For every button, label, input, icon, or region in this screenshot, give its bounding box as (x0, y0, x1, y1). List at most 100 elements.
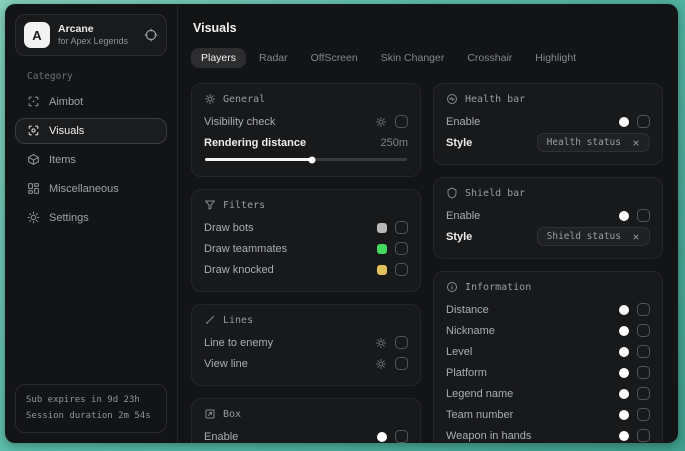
subscription-info: Sub expires in 9d 23h Session duration 2… (15, 384, 167, 433)
shield-style-value: Shield status (547, 231, 621, 242)
tab-skin-changer[interactable]: Skin Changer (371, 48, 455, 68)
card-shield-bar-header: Shield bar (446, 187, 650, 199)
health-style-value: Health status (547, 137, 621, 148)
app-name: Arcane (58, 23, 136, 36)
slider-thumb[interactable] (309, 156, 316, 163)
legend-name-checkbox[interactable] (637, 387, 650, 400)
color-swatch[interactable] (377, 432, 387, 442)
card-title: General (223, 94, 265, 105)
sidebar-item-items[interactable]: Items (15, 147, 167, 173)
color-swatch[interactable] (619, 431, 629, 441)
close-icon[interactable] (632, 233, 640, 241)
color-swatch[interactable] (377, 223, 387, 233)
setting-row-draw-knocked: Draw knocked (204, 259, 408, 280)
setting-row-distance: Distance (446, 299, 650, 320)
gear-icon (27, 211, 40, 224)
color-swatch[interactable] (619, 347, 629, 357)
sidebar-item-settings[interactable]: Settings (15, 205, 167, 231)
setting-row-box-enable: Enable (204, 426, 408, 443)
sidebar-item-visuals[interactable]: Visuals (15, 118, 167, 144)
diagonal-line-icon (204, 314, 216, 326)
color-swatch[interactable] (619, 117, 629, 127)
sidebar-item-label: Settings (49, 212, 89, 224)
visibility-check-checkbox[interactable] (395, 115, 408, 128)
tab-radar[interactable]: Radar (249, 48, 298, 68)
right-column: Health bar Enable Style Health status (433, 83, 663, 443)
card-general: General Visibility check Rendering dista… (191, 83, 421, 177)
sidebar-item-label: Miscellaneous (49, 183, 119, 195)
card-health-bar: Health bar Enable Style Health status (433, 83, 663, 165)
draw-bots-checkbox[interactable] (395, 221, 408, 234)
rendering-distance-value: 250m (380, 137, 408, 149)
setting-row-rendering-distance: Rendering distance 250m (204, 132, 408, 153)
card-title: Filters (223, 200, 265, 211)
card-title: Shield bar (465, 188, 525, 199)
card-information-header: Information (446, 281, 650, 293)
color-swatch[interactable] (619, 410, 629, 420)
card-lines: Lines Line to enemy View line (191, 304, 421, 386)
card-filters-header: Filters (204, 199, 408, 211)
distance-checkbox[interactable] (637, 303, 650, 316)
tab-offscreen[interactable]: OffScreen (301, 48, 368, 68)
close-icon[interactable] (632, 139, 640, 147)
setting-row-team-number: Team number (446, 404, 650, 425)
setting-row-nickname: Nickname (446, 320, 650, 341)
card-title: Lines (223, 315, 253, 326)
level-checkbox[interactable] (637, 345, 650, 358)
gear-icon[interactable] (375, 116, 387, 128)
setting-row-visibility-check: Visibility check (204, 111, 408, 132)
platform-checkbox[interactable] (637, 366, 650, 379)
main-panel: Visuals Players Radar OffScreen Skin Cha… (178, 4, 678, 443)
shield-style-select[interactable]: Shield status (537, 227, 650, 246)
shield-enable-checkbox[interactable] (637, 209, 650, 222)
team-number-checkbox[interactable] (637, 408, 650, 421)
target-icon[interactable] (144, 28, 158, 42)
tab-players[interactable]: Players (191, 48, 246, 68)
setting-row-health-style: Style Health status (446, 132, 650, 153)
setting-row-level: Level (446, 341, 650, 362)
color-swatch[interactable] (377, 265, 387, 275)
setting-row-view-line: View line (204, 353, 408, 374)
health-enable-checkbox[interactable] (637, 115, 650, 128)
box-enable-checkbox[interactable] (395, 430, 408, 443)
weapon-in-hands-checkbox[interactable] (637, 429, 650, 442)
view-line-checkbox[interactable] (395, 357, 408, 370)
color-swatch[interactable] (619, 326, 629, 336)
color-swatch[interactable] (619, 305, 629, 315)
card-information: Information Distance Nickname Level (433, 271, 663, 443)
app-header: A Arcane for Apex Legends (15, 14, 167, 56)
app-titles: Arcane for Apex Legends (58, 23, 136, 47)
tab-crosshair[interactable]: Crosshair (457, 48, 522, 68)
gear-icon[interactable] (375, 337, 387, 349)
color-swatch[interactable] (619, 368, 629, 378)
dashboard-grid-icon (27, 182, 40, 195)
sidebar-nav: Aimbot Visuals Items Miscellaneous (5, 87, 177, 232)
draw-knocked-checkbox[interactable] (395, 263, 408, 276)
health-style-select[interactable]: Health status (537, 133, 650, 152)
setting-row-draw-teammates: Draw teammates (204, 238, 408, 259)
setting-row-platform: Platform (446, 362, 650, 383)
gear-icon[interactable] (375, 358, 387, 370)
sidebar-item-miscellaneous[interactable]: Miscellaneous (15, 176, 167, 202)
sidebar: A Arcane for Apex Legends Category Aimbo… (5, 4, 178, 443)
sidebar-item-label: Aimbot (49, 96, 83, 108)
setting-row-shield-style: Style Shield status (446, 226, 650, 247)
color-swatch[interactable] (619, 211, 629, 221)
category-label: Category (27, 71, 177, 82)
line-to-enemy-checkbox[interactable] (395, 336, 408, 349)
tab-highlight[interactable]: Highlight (525, 48, 586, 68)
health-pulse-icon (446, 93, 458, 105)
rendering-distance-slider[interactable] (205, 158, 407, 161)
color-swatch[interactable] (377, 244, 387, 254)
box-frame-icon (204, 408, 216, 420)
card-lines-header: Lines (204, 314, 408, 326)
app-subtitle: for Apex Legends (58, 36, 136, 47)
draw-teammates-checkbox[interactable] (395, 242, 408, 255)
app-window: A Arcane for Apex Legends Category Aimbo… (5, 4, 678, 443)
color-swatch[interactable] (619, 389, 629, 399)
setting-row-health-enable: Enable (446, 111, 650, 132)
card-shield-bar: Shield bar Enable Style Shield status (433, 177, 663, 259)
app-logo: A (24, 22, 50, 48)
nickname-checkbox[interactable] (637, 324, 650, 337)
sidebar-item-aimbot[interactable]: Aimbot (15, 89, 167, 115)
